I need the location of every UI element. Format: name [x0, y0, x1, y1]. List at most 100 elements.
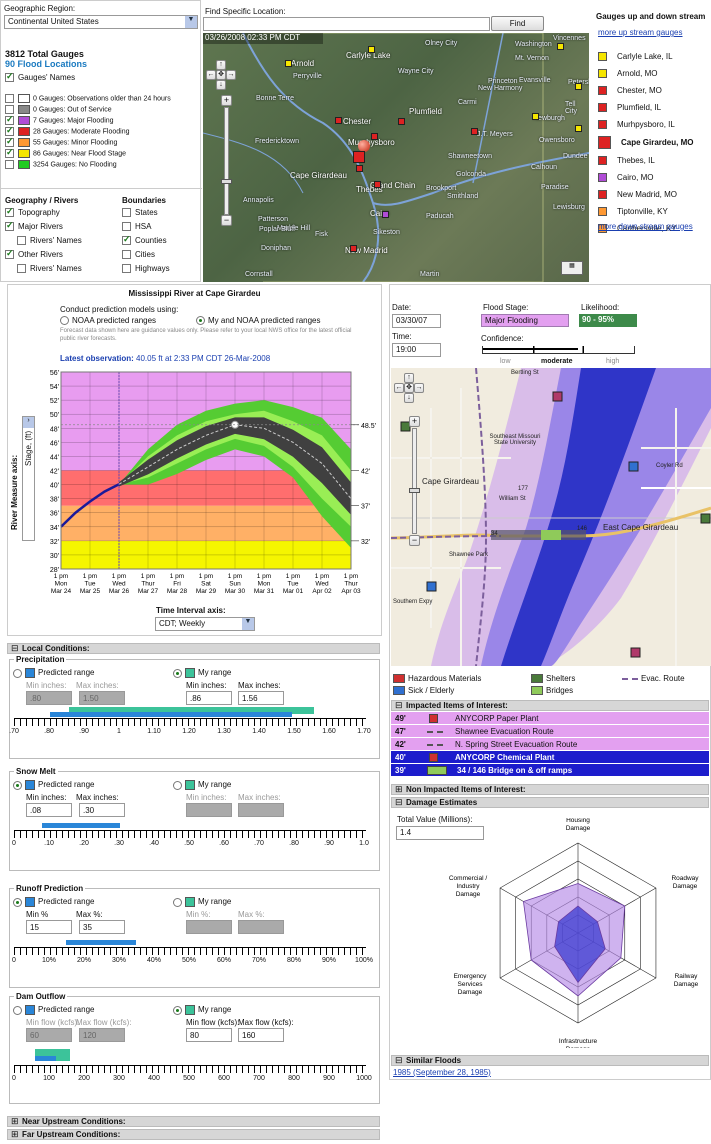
checkbox[interactable]	[5, 136, 14, 147]
noaa-option[interactable]: NOAA predicted ranges	[60, 316, 156, 326]
region-select[interactable]: Continental United States ▼	[4, 15, 198, 29]
radio[interactable]	[173, 780, 182, 790]
geo-option[interactable]: Rivers' Names	[5, 264, 82, 278]
overview-map-icon[interactable]: ▦	[561, 261, 583, 275]
range-ruler[interactable]: 0 .10 .20 .30 .40 .50 .60 .70 .80 .90 1.0	[12, 823, 369, 850]
pan-center-icon[interactable]: ✥	[216, 70, 226, 80]
checkbox[interactable]	[5, 105, 14, 114]
zoom-handle[interactable]	[409, 488, 420, 493]
checkbox[interactable]	[5, 94, 14, 103]
legend-row[interactable]: 86 Gauges: Near Flood Stage	[5, 147, 171, 160]
gauge-carlyle-lake[interactable]	[368, 46, 375, 53]
legend-row[interactable]: 0 Gauges: Observations older than 24 hou…	[5, 94, 171, 105]
checkbox[interactable]	[17, 236, 26, 246]
chevron-down-icon[interactable]: ▼	[185, 16, 197, 28]
predicted-range-bar[interactable]	[35, 1056, 56, 1061]
radio[interactable]	[60, 316, 69, 326]
pan-left-icon[interactable]: ←	[206, 70, 216, 80]
checkbox[interactable]	[5, 206, 14, 218]
checkbox[interactable]	[5, 71, 14, 83]
gauge-vincennes[interactable]	[557, 43, 564, 50]
gauge-murphysboro[interactable]	[371, 133, 378, 140]
damage-header[interactable]: Damage Estimates	[391, 797, 709, 808]
radio[interactable]	[173, 668, 182, 678]
pmax-field[interactable]: .30	[79, 803, 125, 817]
pan-right-icon[interactable]: →	[226, 70, 236, 80]
similar-floods-header[interactable]: Similar Floods	[391, 1055, 709, 1066]
range-ruler[interactable]: 0 100 200 300 400 500 600 700 800 900 1000	[12, 1049, 372, 1085]
checkbox[interactable]	[122, 222, 131, 232]
similar-flood-link[interactable]: 1985 (September 28, 1985)	[393, 1068, 491, 1077]
legend-row[interactable]: 7 Gauges: Major Flooding	[5, 114, 171, 127]
radio[interactable]	[173, 1005, 182, 1015]
impacted-item[interactable]: 40' ANYCORP Chemical Plant	[391, 751, 709, 764]
gauge-list-item[interactable]: Cape Girardeu, MO	[598, 133, 710, 152]
predicted-range-bar[interactable]	[50, 712, 292, 717]
pmin-field[interactable]: .80	[26, 691, 72, 705]
range-ruler[interactable]: 0 10% 20% 30% 40% 50% 60% 70% 80% 90% 100%	[12, 940, 373, 967]
gauge-list-item[interactable]: Tiptonville, KY	[598, 203, 710, 220]
bound-option[interactable]: Highways	[122, 264, 170, 278]
radio[interactable]	[13, 1005, 22, 1015]
pan-up-icon[interactable]: ↑	[216, 60, 226, 70]
my-noaa-option[interactable]: My and NOAA predicted ranges	[196, 316, 321, 326]
radio[interactable]	[13, 780, 22, 790]
gauge-chester[interactable]	[335, 117, 342, 124]
gauge-list-item[interactable]: New Madrid, MO	[598, 186, 710, 203]
predicted-range-option[interactable]: Predicted range	[13, 1005, 94, 1015]
far-upstream-header[interactable]: Far Upstream Conditions:	[7, 1129, 380, 1140]
zoom-handle[interactable]	[221, 179, 232, 184]
checkbox[interactable]	[5, 114, 14, 125]
more-upstream-link[interactable]: more up stream gauges	[598, 28, 683, 37]
zoom-in-icon[interactable]: +	[409, 416, 420, 427]
pmax-field[interactable]: 35	[79, 920, 125, 934]
checkbox[interactable]	[17, 264, 26, 274]
pan-down-icon[interactable]: ↓	[404, 393, 414, 403]
gauge-plumfield[interactable]	[398, 118, 405, 125]
checkbox[interactable]	[5, 248, 14, 260]
zoom-in-icon[interactable]: +	[221, 95, 232, 106]
impact-map[interactable]: Cape Girardeau East Cape Girardeau Southea…	[391, 368, 711, 666]
gauge-owensboro[interactable]	[575, 125, 582, 132]
impacted-item[interactable]: 42' N. Spring Street Evacuation Route	[391, 738, 709, 751]
impacted-item[interactable]: 47' Shawnee Evacuation Route	[391, 725, 709, 738]
my-range-option[interactable]: My range	[173, 897, 231, 907]
gauge-cairo[interactable]	[382, 211, 389, 218]
gauge-thebes[interactable]	[356, 165, 363, 172]
zoom-slider[interactable]	[412, 428, 417, 534]
gauge-list-item[interactable]: Thebes, IL	[598, 152, 710, 169]
pan-right-icon[interactable]: →	[414, 383, 424, 393]
radio[interactable]	[196, 316, 205, 326]
checkbox[interactable]	[5, 160, 14, 169]
zoom-out-icon[interactable]: −	[221, 215, 232, 226]
predicted-range-option[interactable]: Predicted range	[13, 668, 94, 678]
checkbox[interactable]	[122, 234, 131, 246]
non-impacted-header[interactable]: Non Impacted Items of Interest:	[391, 784, 709, 795]
bound-option[interactable]: Cities	[122, 250, 170, 264]
gauge-newburgh[interactable]	[532, 113, 539, 120]
mmax-field[interactable]: 160	[238, 1028, 284, 1042]
checkbox[interactable]	[122, 264, 131, 274]
pan-up-icon[interactable]: ↑	[404, 373, 414, 383]
gauge-list-item[interactable]: Cairo, MO	[598, 169, 710, 186]
range-ruler[interactable]: .70 .80 .90 1 1.10 1.20 1.30 1.40 1.50 1.60 1.70	[9, 707, 371, 738]
chevron-right-icon[interactable]: ›	[23, 417, 34, 428]
impacted-header[interactable]: Impacted Items of Interest:	[391, 700, 709, 711]
pmin-field[interactable]: 15	[26, 920, 72, 934]
mmax-field[interactable]: 1.56	[238, 691, 284, 705]
checkbox[interactable]	[5, 147, 14, 158]
radio[interactable]	[13, 668, 22, 678]
bound-option[interactable]: States	[122, 208, 170, 222]
gauge-list-item[interactable]: Arnold, MO	[598, 65, 710, 82]
geo-option[interactable]: Topography	[5, 206, 82, 222]
gauge-grand-chain[interactable]	[374, 181, 381, 188]
mmax-field[interactable]	[238, 803, 284, 817]
checkbox[interactable]	[122, 208, 131, 218]
mmin-field[interactable]	[186, 920, 232, 934]
legend-row[interactable]: 55 Gauges: Minor Flooding	[5, 136, 171, 149]
gauge-cape-girardeau[interactable]	[353, 151, 365, 163]
zoom-out-icon[interactable]: −	[409, 535, 420, 546]
mmin-field[interactable]	[186, 803, 232, 817]
legend-row[interactable]: 28 Gauges: Moderate Flooding	[5, 125, 171, 138]
predicted-range-bar[interactable]	[66, 940, 136, 945]
